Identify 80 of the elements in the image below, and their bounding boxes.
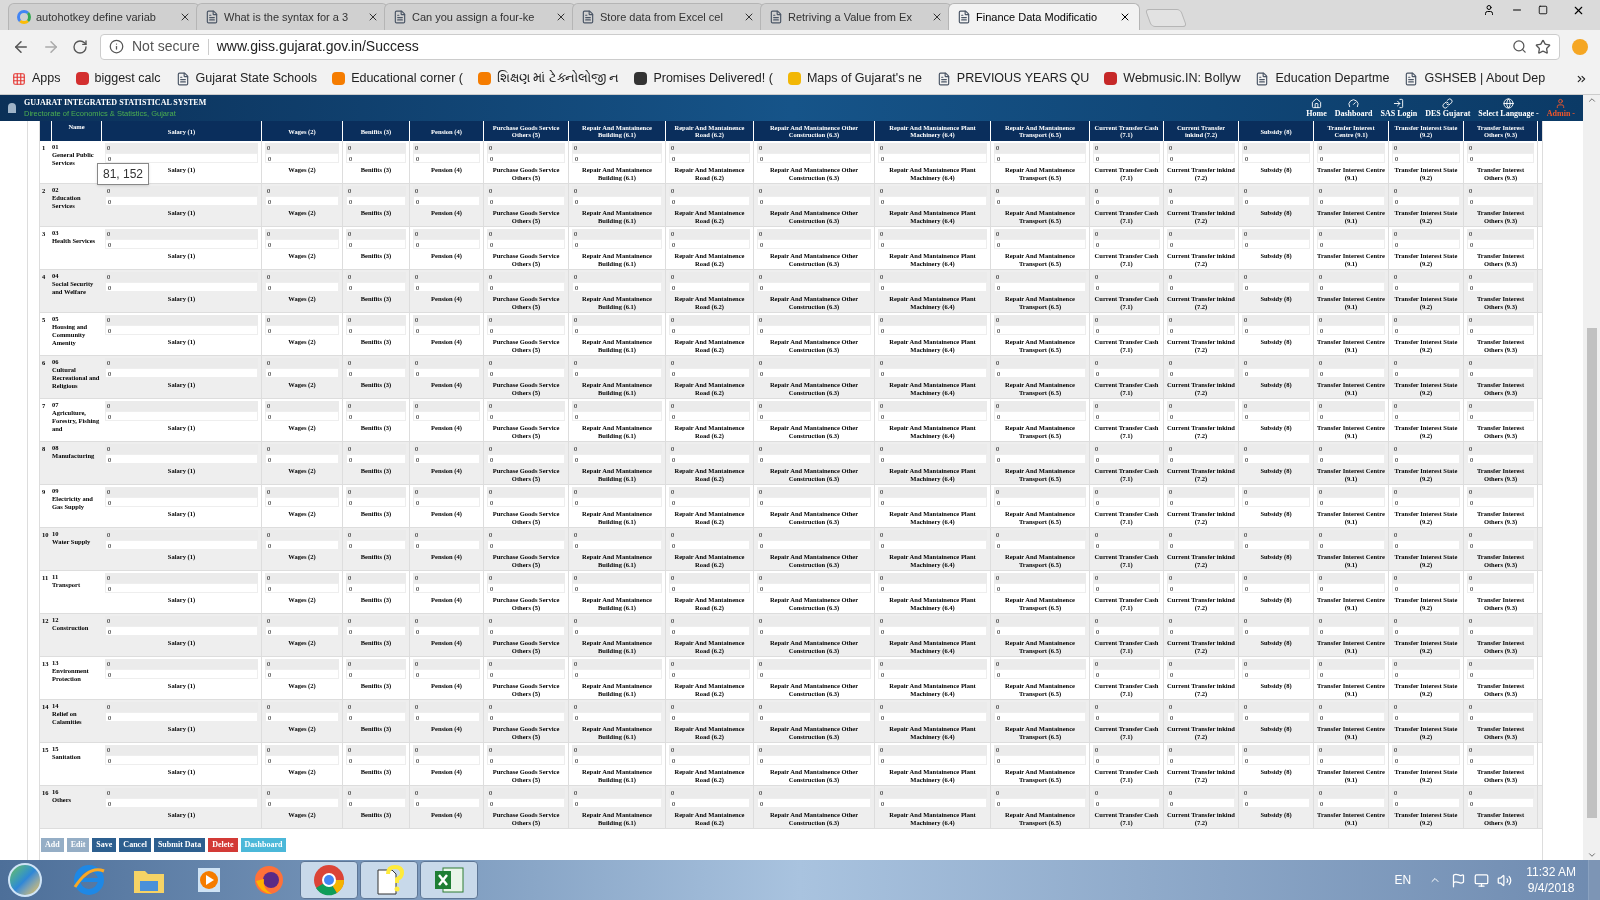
page-icon (205, 10, 219, 24)
address-bar[interactable]: Not secure www.giss.gujarat.gov.in/Success (100, 33, 1560, 60)
star-icon[interactable] (1535, 38, 1551, 55)
tab-title: Retriving a Value from Ex (788, 9, 913, 25)
page-icon (1404, 71, 1419, 86)
taskbar-app[interactable] (300, 861, 358, 899)
e-logo-icon (72, 863, 106, 897)
bookmark-item[interactable]: Promises Delivered! ( (634, 69, 773, 88)
wheel-logo-icon (312, 863, 346, 897)
flag-icon[interactable] (1451, 872, 1467, 888)
action-button[interactable]: Save (92, 838, 117, 852)
emblem-icon (8, 103, 16, 113)
tab-title: Finance Data Modificatio (976, 9, 1099, 25)
nav-link[interactable]: Dashboard (1334, 98, 1373, 118)
fox-globe-icon (252, 863, 286, 897)
bookmark-item[interactable]: Apps (12, 69, 61, 88)
user-icon (1483, 4, 1495, 16)
g-logo-icon (17, 10, 31, 24)
gauge-icon (1348, 98, 1360, 109)
tab-title: autohotkey define variab (36, 9, 157, 25)
maximize-icon (1538, 5, 1548, 15)
spreadsheet-icon (433, 865, 465, 895)
nav-link[interactable]: Select Language - (1478, 98, 1539, 118)
browser-tab[interactable]: Finance Data Modificatio (948, 3, 1140, 30)
bookmark-item[interactable]: Educational corner ( (332, 69, 463, 88)
login-icon (1393, 98, 1405, 109)
bookmark-item[interactable]: શિક્ષણ માં ટેક્નોલોજી ન (478, 69, 620, 88)
action-button[interactable]: Submit Data (153, 838, 206, 852)
action-button[interactable]: Cancel (119, 838, 151, 852)
scrollbar[interactable] (1583, 95, 1600, 860)
tab-title: Can you assign a four-ke (412, 9, 536, 25)
taskbar-app[interactable] (360, 861, 418, 899)
url-text: www.giss.gujarat.gov.in/Success (216, 37, 420, 56)
scroll-up-icon[interactable] (1586, 95, 1597, 105)
apps-icon (12, 71, 26, 86)
brand-title: GUJARAT INTEGRATED STATISTICAL SYSTEM (24, 98, 207, 107)
close-icon[interactable] (1119, 11, 1131, 23)
coordinates-tooltip: 81, 152 (97, 163, 150, 185)
close-icon[interactable] (743, 11, 755, 23)
clock-date: 9/4/2018 (1527, 880, 1575, 896)
page-icon (1255, 71, 1270, 86)
close-icon[interactable] (179, 11, 191, 23)
nav-link[interactable]: Home (1306, 98, 1327, 118)
page-icon (936, 71, 951, 86)
page-icon (175, 71, 190, 86)
globe-icon (1503, 98, 1515, 109)
link-icon (1442, 98, 1454, 109)
bookmark-item[interactable]: biggest calc (75, 69, 161, 88)
bookmark-item[interactable]: GSHSEB | About Dep (1404, 69, 1546, 88)
close-icon[interactable] (367, 11, 379, 23)
bookmark-item[interactable]: Maps of Gujarat's ne (787, 69, 922, 88)
tab-title: What is the syntax for a 3 (224, 9, 350, 25)
page-icon (769, 10, 783, 24)
bookmark-item[interactable]: Education Departme (1255, 69, 1390, 88)
close-icon[interactable] (555, 11, 567, 23)
bookmark-item[interactable]: Webmusic.IN: Bollyw (1104, 69, 1241, 88)
network-icon[interactable] (1474, 872, 1490, 888)
page-icon (957, 10, 971, 24)
nav-link[interactable]: DES Gujarat (1425, 98, 1471, 118)
security-label: Not secure (132, 37, 200, 56)
nav-link[interactable]: SAS Login (1380, 98, 1418, 118)
nav-link[interactable]: Admin - (1546, 98, 1575, 118)
clock-time: 11:32 AM (1526, 864, 1576, 880)
info-icon (109, 39, 124, 54)
tab-title: Store data from Excel cel (600, 9, 724, 25)
page-icon (581, 10, 595, 24)
action-button[interactable]: Delete (208, 838, 238, 852)
home-icon (1311, 98, 1322, 109)
user-icon (1555, 98, 1567, 109)
scroll-down-icon[interactable] (1586, 850, 1597, 860)
browser-tab[interactable]: Retriving a Value from Ex (760, 3, 952, 30)
taskbar-app[interactable] (420, 861, 478, 899)
reload-icon[interactable] (72, 38, 88, 55)
page-icon (393, 10, 407, 24)
bookmark-item[interactable]: PREVIOUS YEARS QU (936, 69, 1090, 88)
search-icon[interactable] (1512, 39, 1527, 54)
help-document-icon (374, 864, 404, 896)
close-icon[interactable] (931, 11, 943, 23)
bookmark-item[interactable]: Gujarat State Schools (175, 69, 318, 88)
volume-icon[interactable] (1497, 872, 1513, 888)
